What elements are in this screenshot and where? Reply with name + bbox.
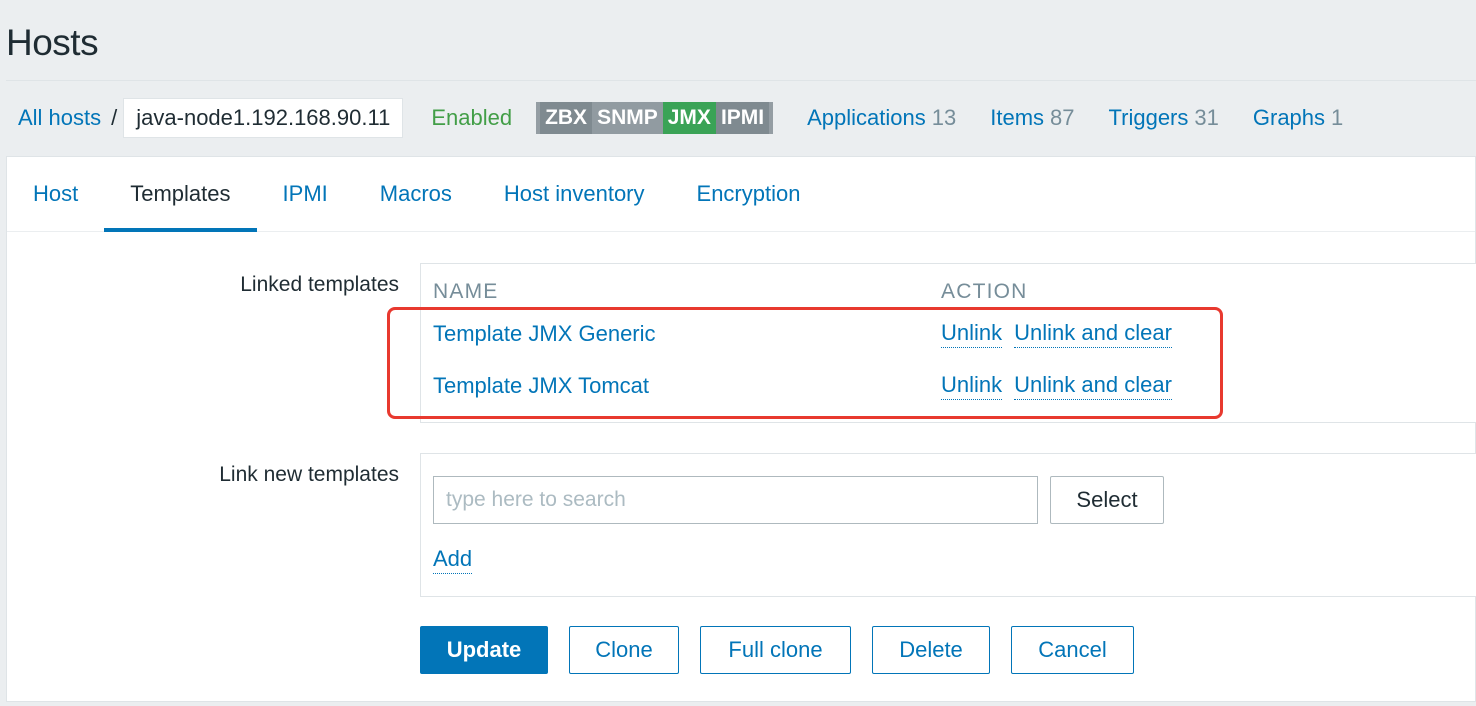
linked-templates-table: NAME ACTION Template JMX Generic Unlink …	[420, 263, 1476, 423]
cancel-button[interactable]: Cancel	[1011, 626, 1134, 674]
update-button[interactable]: Update	[420, 626, 548, 674]
nav-triggers-label[interactable]: Triggers	[1109, 105, 1189, 130]
tab-macros[interactable]: Macros	[354, 157, 478, 231]
table-row: Template JMX Tomcat	[433, 366, 649, 406]
nav-triggers-count: 31	[1194, 105, 1219, 130]
template-link[interactable]: Template JMX Tomcat	[433, 373, 649, 399]
column-header-action: ACTION	[941, 280, 1028, 303]
unlink-and-clear-button[interactable]: Unlink and clear	[1014, 372, 1172, 400]
template-link[interactable]: Template JMX Generic	[433, 321, 656, 347]
full-clone-button[interactable]: Full clone	[700, 626, 851, 674]
link-new-templates-block: Select Add	[420, 453, 1476, 597]
availability-snmp-badge: SNMP	[592, 102, 663, 134]
nav-applications[interactable]: Applications 13	[807, 105, 956, 131]
nav-items[interactable]: Items 87	[990, 105, 1074, 131]
breadcrumb-separator: /	[111, 105, 118, 130]
nav-graphs[interactable]: Graphs 1	[1253, 105, 1343, 131]
availability-zbx-badge: ZBX	[540, 102, 593, 134]
template-actions: Unlink Unlink and clear	[941, 314, 1172, 354]
host-status-enabled[interactable]: Enabled	[431, 105, 512, 131]
nav-graphs-label[interactable]: Graphs	[1253, 105, 1325, 130]
template-actions: Unlink Unlink and clear	[941, 366, 1172, 406]
link-new-templates-label: Link new templates	[219, 463, 399, 486]
unlink-button[interactable]: Unlink	[941, 372, 1003, 400]
add-template-button[interactable]: Add	[433, 546, 473, 574]
form-actions: Update Clone Full clone Delete Cancel	[420, 626, 1134, 674]
breadcrumb-all-hosts[interactable]: All hosts	[18, 105, 101, 131]
tab-encryption[interactable]: Encryption	[671, 157, 827, 231]
host-tabs: Host Templates IPMI Macros Host inventor…	[7, 157, 1475, 232]
template-search-input[interactable]	[433, 476, 1038, 524]
availability-jmx-badge: JMX	[662, 102, 716, 134]
title-divider	[6, 80, 1476, 81]
availability-badges: ZBX SNMP JMX IPMI	[536, 102, 774, 134]
tab-ipmi[interactable]: IPMI	[257, 157, 354, 231]
page-title: Hosts	[6, 22, 99, 63]
availability-ipmi-badge: IPMI	[715, 102, 770, 134]
clone-button[interactable]: Clone	[569, 626, 679, 674]
select-button[interactable]: Select	[1050, 476, 1164, 524]
table-row: Template JMX Generic	[433, 314, 656, 354]
nav-items-label[interactable]: Items	[990, 105, 1044, 130]
host-navigation: All hosts / java-node1.192.168.90.11 Ena…	[0, 96, 1476, 140]
breadcrumb-current-host: java-node1.192.168.90.11	[123, 98, 404, 138]
tab-host-inventory[interactable]: Host inventory	[478, 157, 671, 231]
nav-triggers[interactable]: Triggers 31	[1109, 105, 1219, 131]
delete-button[interactable]: Delete	[872, 626, 990, 674]
host-form-panel: Host Templates IPMI Macros Host inventor…	[6, 156, 1476, 702]
nav-applications-label[interactable]: Applications	[807, 105, 926, 130]
nav-graphs-count: 1	[1331, 105, 1344, 130]
nav-items-count: 87	[1050, 105, 1075, 130]
tab-templates[interactable]: Templates	[104, 157, 257, 232]
nav-applications-count: 13	[931, 105, 957, 130]
linked-templates-label: Linked templates	[240, 273, 399, 296]
tab-host[interactable]: Host	[7, 157, 104, 231]
unlink-button[interactable]: Unlink	[941, 320, 1003, 348]
unlink-and-clear-button[interactable]: Unlink and clear	[1014, 320, 1172, 348]
column-header-name: NAME	[433, 280, 499, 303]
